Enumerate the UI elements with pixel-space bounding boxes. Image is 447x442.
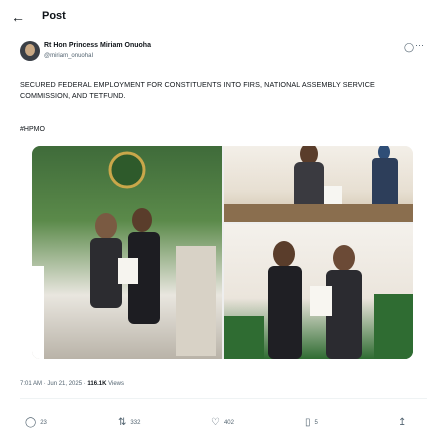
repost-count: 332: [130, 420, 141, 426]
bookmark-count-button[interactable]: ▯ 5: [305, 418, 318, 428]
share-icon: ↥: [398, 417, 407, 428]
bookmark-count: 5: [314, 420, 318, 426]
views-label-text: Views: [108, 381, 125, 387]
post-time[interactable]: 7:01 AM: [20, 381, 42, 387]
avatar[interactable]: [20, 41, 40, 61]
reply-button[interactable]: ◯ 23: [25, 418, 47, 428]
hashtag-link[interactable]: #HPMO: [20, 126, 45, 133]
grok-icon[interactable]: ◯: [404, 42, 414, 53]
reply-count: 23: [40, 420, 47, 426]
post-date[interactable]: Jun 21, 2025: [47, 381, 82, 387]
bookmark-icon: ▯: [305, 417, 311, 428]
post-photo-3[interactable]: [224, 224, 413, 359]
post-meta: 7:01 AM · Jun 21, 2025 · 116.1K Views: [20, 381, 124, 387]
more-options-icon[interactable]: ⋯: [415, 40, 424, 51]
media-grid: [32, 146, 413, 359]
repost-button[interactable]: ⇅ 332: [118, 418, 140, 428]
divider: [20, 398, 427, 399]
post-photo-2[interactable]: [224, 146, 413, 222]
heart-icon: ♡: [211, 417, 220, 428]
reply-icon: ◯: [25, 417, 37, 428]
author-handle[interactable]: @miriam_onuohaI: [44, 53, 93, 59]
page-title: Post: [42, 10, 66, 22]
views-count: 116.1K: [87, 381, 107, 387]
repost-icon: ⇅: [118, 417, 127, 428]
like-button[interactable]: ♡ 402: [211, 418, 234, 428]
share-button[interactable]: ↥: [398, 418, 410, 428]
author-name[interactable]: Rt Hon Princess Miriam Onuoha: [44, 42, 151, 49]
post-text: SECURED FEDERAL EMPLOYMENT FOR CONSTITUE…: [20, 80, 375, 100]
like-count: 402: [223, 420, 234, 426]
back-arrow-icon[interactable]: ←: [9, 8, 27, 26]
post-photo-1[interactable]: [32, 146, 222, 359]
top-bar: ← Post: [0, 0, 447, 34]
